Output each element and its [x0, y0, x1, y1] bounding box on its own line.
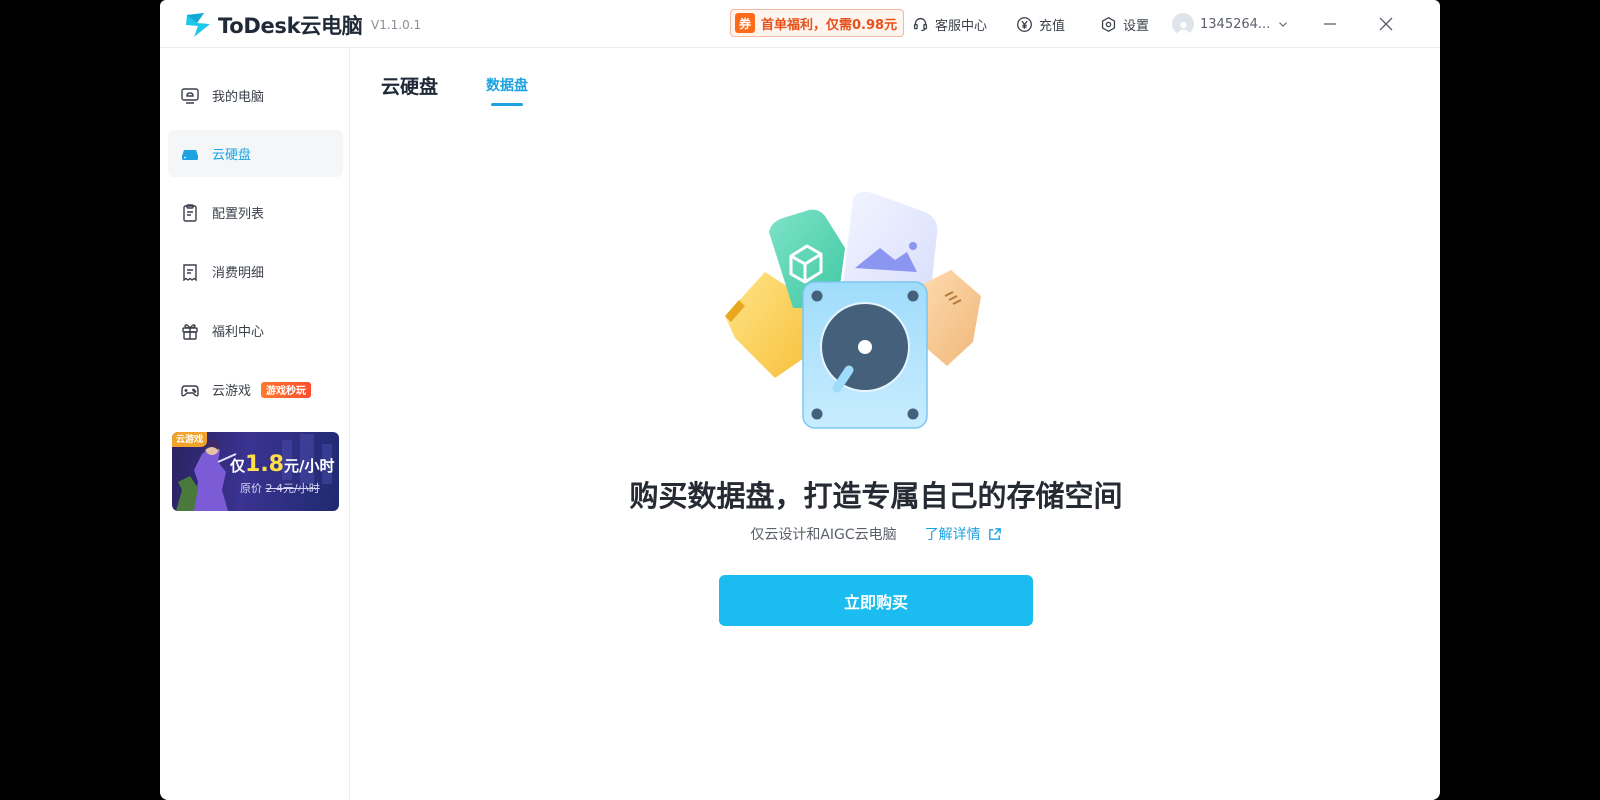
- close-button[interactable]: [1374, 12, 1398, 36]
- monitor-icon: [181, 87, 199, 104]
- receipt-icon: [183, 263, 197, 281]
- minimize-icon: [1324, 23, 1336, 25]
- headline: 购买数据盘，打造专属自己的存储空间: [629, 479, 1123, 513]
- tab-data-disk[interactable]: 数据盘: [486, 75, 528, 95]
- avatar: [1172, 13, 1194, 35]
- app-version: V1.1.0.1: [371, 18, 422, 32]
- sidebar-item-cloud-game[interactable]: 云游戏 游戏秒玩: [168, 366, 343, 413]
- promo-banner[interactable]: 券 首单福利，仅需0.98元: [730, 9, 905, 37]
- sidebar-item-label: 消费明细: [212, 266, 265, 281]
- settings-button[interactable]: 设置: [1100, 12, 1149, 36]
- sidebar-item-cloud-disk[interactable]: 云硬盘: [168, 130, 343, 177]
- sidebar-item-label: 云硬盘: [212, 148, 252, 163]
- banner-tag: 云游戏: [172, 432, 208, 447]
- game-promo-tag: 游戏秒玩: [261, 381, 312, 398]
- gear-icon: [1101, 16, 1116, 32]
- active-tab-indicator: [491, 103, 523, 106]
- settings-label: 设置: [1123, 18, 1150, 34]
- subtitle-text: 仅云设计和AIGC云电脑: [750, 527, 897, 543]
- banner-original-label: 原价: [240, 482, 262, 495]
- todesk-logo-icon: [186, 13, 210, 37]
- recharge-label: 充值: [1039, 18, 1066, 34]
- gamepad-icon: [181, 384, 199, 396]
- sidebar-item-my-computer[interactable]: 我的电脑: [168, 72, 343, 119]
- cloud-game-banner[interactable]: 云游戏 仅1.8元/小时 原价 2.4元/小时: [172, 432, 339, 511]
- learn-more-label: 了解详情: [924, 527, 981, 543]
- support-button[interactable]: 客服中心: [912, 12, 987, 36]
- clipboard-icon: [183, 203, 197, 222]
- sidebar-item-label: 配置列表: [212, 207, 265, 222]
- storage-illustration-icon: [725, 191, 981, 429]
- learn-more-link[interactable]: 了解详情: [925, 524, 1002, 544]
- sidebar: 我的电脑 云硬盘 配置列表 消费明细 福利中心 云游戏 游戏秒玩 云游戏 仅1.…: [160, 48, 350, 800]
- sidebar-item-label: 福利中心: [212, 325, 265, 340]
- banner-unit: 元/小时: [284, 457, 335, 475]
- gift-icon: [182, 323, 198, 340]
- banner-price-number: 1.8: [245, 452, 284, 477]
- app-window: ToDesk云电脑 V1.1.0.1 券 首单福利，仅需0.98元 客服中心 充…: [160, 0, 1440, 800]
- coupon-badge: 券: [735, 13, 755, 33]
- banner-original-price: 原价 2.4元/小时: [240, 480, 320, 496]
- chevron-down-icon: [1279, 22, 1288, 27]
- sidebar-item-benefits[interactable]: 福利中心: [168, 307, 343, 354]
- external-link-icon: [988, 527, 1001, 540]
- app-brand: ToDesk云电脑: [218, 14, 363, 38]
- banner-original-value: 2.4元/小时: [265, 482, 320, 495]
- tab-cloud-disk[interactable]: 云硬盘: [381, 72, 438, 99]
- subtitle-row: 仅云设计和AIGC云电脑 了解详情: [351, 524, 1401, 544]
- recharge-button[interactable]: 充值: [1016, 12, 1065, 36]
- sidebar-item-label: 我的电脑: [212, 90, 265, 105]
- headset-icon: [913, 17, 928, 31]
- disk-icon: [182, 149, 198, 160]
- buy-now-button[interactable]: 立即购买: [719, 575, 1033, 626]
- sidebar-item-billing[interactable]: 消费明细: [168, 248, 343, 295]
- account-label: 1345264...: [1200, 16, 1271, 32]
- support-label: 客服中心: [935, 18, 988, 34]
- main-content: 云硬盘 数据盘 购买数据盘，打造专属自己的存储空间 仅云设计和AIGC云电脑 了…: [351, 48, 1440, 800]
- banner-prefix: 仅: [230, 457, 246, 475]
- sidebar-item-label: 云游戏: [212, 384, 252, 399]
- sidebar-item-config-list[interactable]: 配置列表: [168, 189, 343, 236]
- user-icon: [1176, 21, 1190, 35]
- title-bar: ToDesk云电脑 V1.1.0.1 券 首单福利，仅需0.98元 客服中心 充…: [160, 0, 1440, 48]
- yuan-icon: [1017, 16, 1032, 32]
- account-menu[interactable]: 1345264...: [1172, 12, 1290, 36]
- promo-text: 首单福利，仅需0.98元: [761, 17, 898, 33]
- minimize-button[interactable]: [1318, 12, 1342, 36]
- banner-price: 仅1.8元/小时: [230, 452, 334, 477]
- close-icon: [1379, 17, 1393, 31]
